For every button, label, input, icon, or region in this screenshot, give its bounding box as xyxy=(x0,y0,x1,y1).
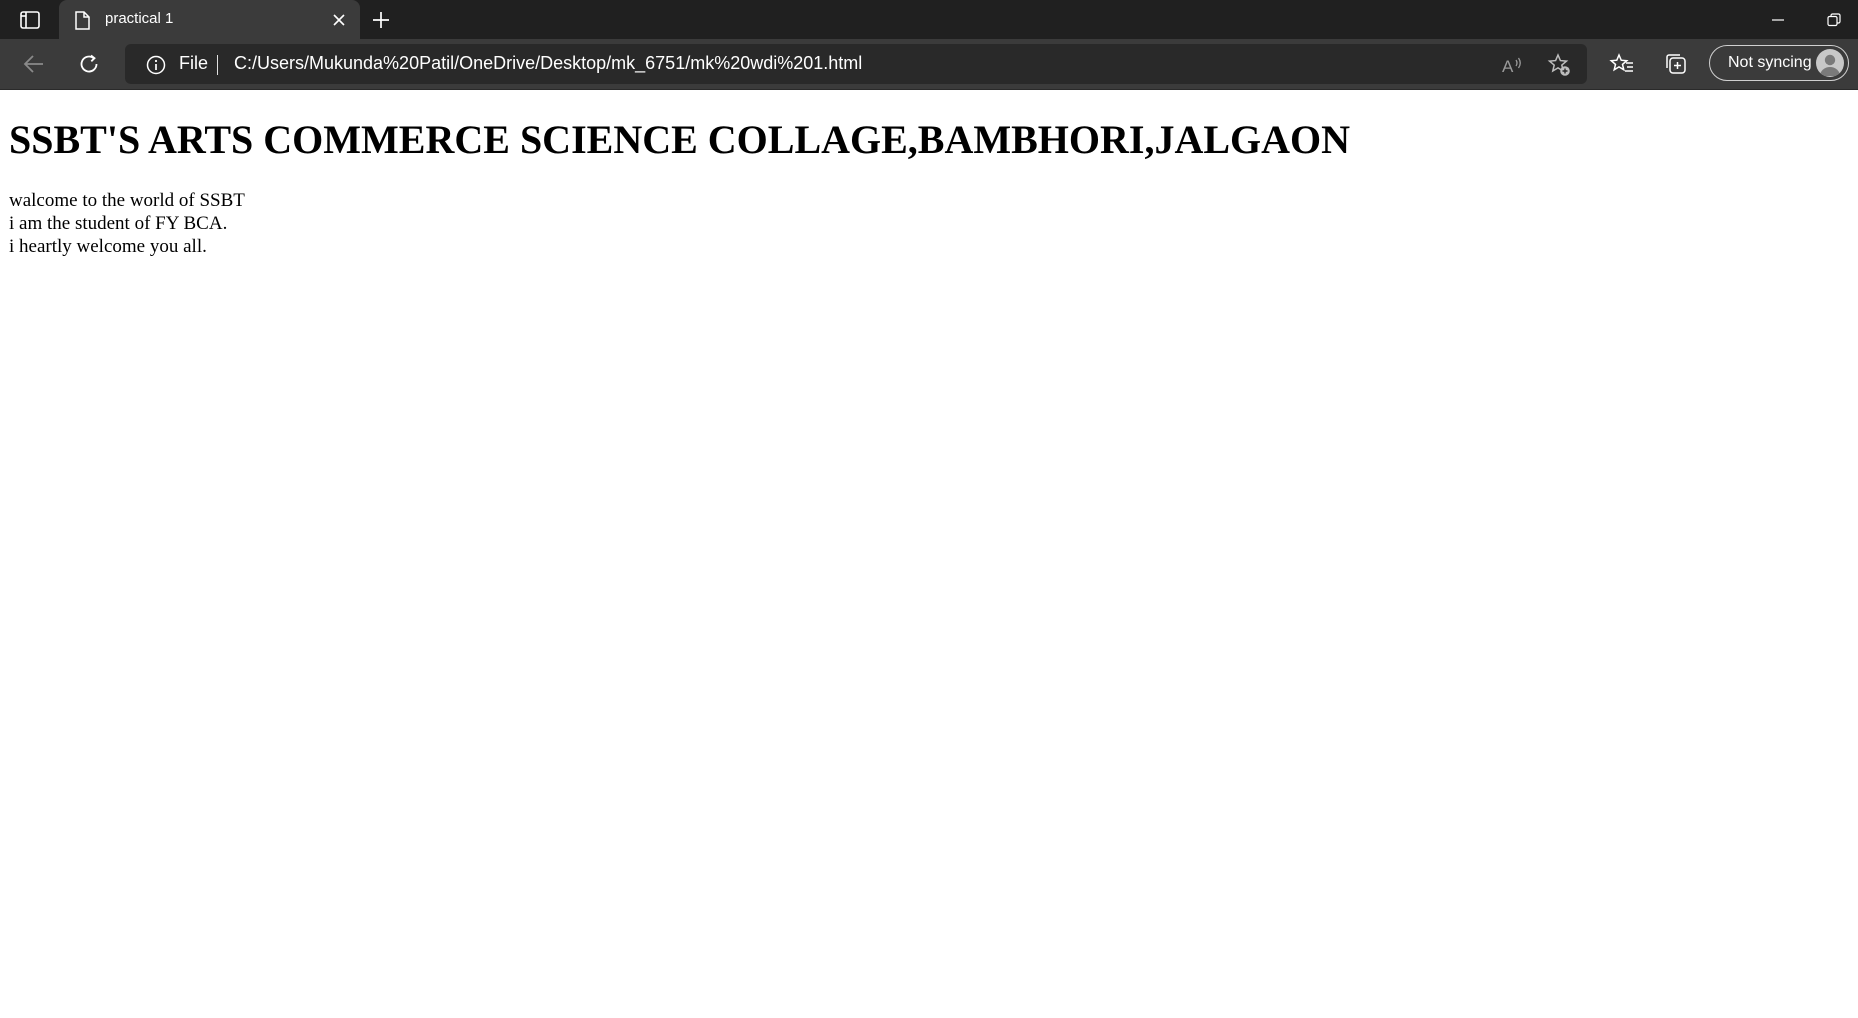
tab-title: practical 1 xyxy=(105,10,174,27)
star-add-icon[interactable] xyxy=(1546,52,1572,78)
page-heading: SSBT'S ARTS COMMERCE SCIENCE COLLAGE,BAM… xyxy=(9,117,1351,162)
svg-text:A: A xyxy=(1502,57,1514,75)
info-icon[interactable] xyxy=(145,54,167,76)
tab-strip: practical 1 xyxy=(0,0,1858,39)
profile-button[interactable]: Not syncing xyxy=(1709,45,1849,81)
scheme-label: File xyxy=(179,53,209,73)
address-bar[interactable]: File C:/Users/Mukunda%20Patil/OneDrive/D… xyxy=(125,44,1587,84)
page-content: SSBT'S ARTS COMMERCE SCIENCE COLLAGE,BAM… xyxy=(0,90,1858,1018)
tab-practical-1[interactable]: practical 1 xyxy=(59,0,360,39)
browser-toolbar: File C:/Users/Mukunda%20Patil/OneDrive/D… xyxy=(0,39,1858,90)
url-divider xyxy=(217,55,218,75)
url-text[interactable]: C:/Users/Mukunda%20Patil/OneDrive/Deskto… xyxy=(234,53,862,74)
text-line-1: walcome to the world of SSBT xyxy=(9,190,245,211)
text-line-3: i heartly welcome you all. xyxy=(9,236,207,257)
close-icon[interactable] xyxy=(327,8,351,32)
collections-icon[interactable] xyxy=(1660,48,1692,80)
restore-icon[interactable] xyxy=(1816,6,1852,34)
back-arrow-icon[interactable] xyxy=(18,48,50,80)
text-line-2: i am the student of FY BCA. xyxy=(9,213,228,234)
favorites-icon[interactable] xyxy=(1606,48,1638,80)
user-avatar-icon xyxy=(1816,49,1844,77)
read-aloud-icon[interactable]: A xyxy=(1499,52,1525,78)
sync-status: Not syncing xyxy=(1728,54,1812,71)
minimize-icon[interactable] xyxy=(1760,6,1796,34)
document-icon xyxy=(73,10,91,30)
refresh-icon[interactable] xyxy=(73,48,105,80)
plus-icon[interactable] xyxy=(367,6,395,34)
tab-actions-icon[interactable] xyxy=(16,8,44,32)
